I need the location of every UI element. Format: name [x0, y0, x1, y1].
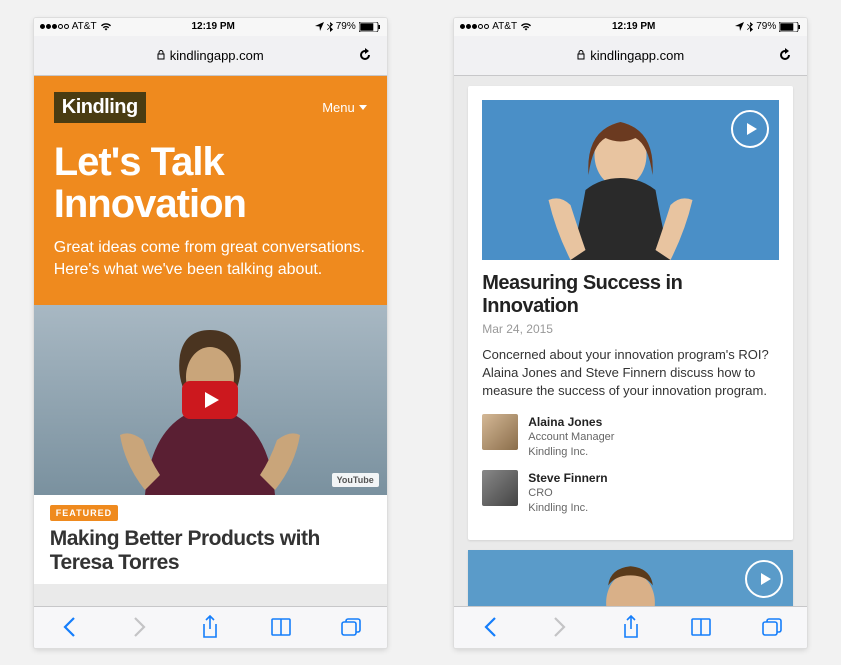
article-video-thumb[interactable] — [482, 100, 779, 260]
battery-pct: 79% — [336, 21, 356, 32]
reload-button[interactable] — [357, 46, 373, 64]
url-text: kindlingapp.com — [170, 48, 264, 63]
avatar — [482, 414, 518, 450]
address-bar[interactable]: kindlingapp.com — [577, 48, 684, 63]
status-bar: AT&T 12:19 PM 79% — [454, 18, 807, 36]
tabs-button[interactable] — [759, 614, 785, 640]
featured-video-thumb[interactable]: YouTube — [34, 305, 387, 495]
safari-toolbar — [454, 606, 807, 648]
featured-badge: FEATURED — [50, 505, 118, 521]
youtube-watermark: YouTube — [332, 473, 379, 487]
author-name: Alaina Jones — [528, 414, 614, 430]
carrier-label: AT&T — [72, 21, 97, 32]
hero-title: Let's Talk Innovation — [54, 141, 367, 225]
article-video-thumb[interactable] — [468, 550, 793, 606]
tabs-button[interactable] — [338, 614, 364, 640]
play-icon[interactable] — [745, 560, 783, 598]
forward-button — [127, 614, 153, 640]
battery-icon — [359, 22, 381, 32]
wifi-icon — [520, 22, 532, 31]
battery-icon — [779, 22, 801, 32]
share-button[interactable] — [197, 614, 223, 640]
article-card: Measuring Success in Innovation Mar 24, … — [468, 86, 793, 540]
location-icon — [735, 22, 744, 31]
reload-button[interactable] — [777, 46, 793, 64]
play-icon[interactable] — [731, 110, 769, 148]
hero-section: Kindling Menu Let's Talk Innovation Grea… — [34, 76, 387, 306]
battery-pct: 79% — [756, 21, 776, 32]
brand-logo[interactable]: Kindling — [54, 92, 146, 123]
lock-icon — [157, 50, 165, 60]
phone-left: AT&T 12:19 PM 79% kindlingapp.com Kindli… — [34, 18, 387, 648]
author-org: Kindling Inc. — [528, 501, 607, 516]
signal-dots-icon — [40, 24, 69, 29]
location-icon — [315, 22, 324, 31]
page-content[interactable]: Measuring Success in Innovation Mar 24, … — [454, 76, 807, 606]
author-role: CRO — [528, 486, 607, 501]
youtube-play-icon[interactable] — [182, 381, 238, 419]
page-content[interactable]: Kindling Menu Let's Talk Innovation Grea… — [34, 76, 387, 606]
back-button[interactable] — [477, 614, 503, 640]
bookmarks-button[interactable] — [268, 614, 294, 640]
article-card-peek[interactable] — [468, 550, 793, 606]
bluetooth-icon — [327, 22, 333, 32]
wifi-icon — [100, 22, 112, 31]
article-title[interactable]: Measuring Success in Innovation — [482, 272, 779, 318]
author-role: Account Manager — [528, 430, 614, 445]
author-row: Steve Finnern CRO Kindling Inc. — [482, 470, 779, 516]
menu-label: Menu — [322, 100, 355, 115]
menu-button[interactable]: Menu — [322, 100, 367, 115]
bluetooth-icon — [747, 22, 753, 32]
author-name: Steve Finnern — [528, 470, 607, 486]
bookmarks-button[interactable] — [688, 614, 714, 640]
article-date: Mar 24, 2015 — [482, 322, 779, 336]
post-title[interactable]: Making Better Products with Teresa Torre… — [34, 527, 387, 583]
share-button[interactable] — [618, 614, 644, 640]
status-bar: AT&T 12:19 PM 79% — [34, 18, 387, 36]
avatar — [482, 470, 518, 506]
status-time: 12:19 PM — [112, 21, 315, 32]
hero-subtitle: Great ideas come from great conversation… — [54, 237, 367, 282]
phone-right: AT&T 12:19 PM 79% kindlingapp.com — [454, 18, 807, 648]
author-org: Kindling Inc. — [528, 445, 614, 460]
carrier-label: AT&T — [492, 21, 517, 32]
lock-icon — [577, 50, 585, 60]
author-row: Alaina Jones Account Manager Kindling In… — [482, 414, 779, 460]
status-time: 12:19 PM — [532, 21, 735, 32]
signal-dots-icon — [460, 24, 489, 29]
back-button[interactable] — [56, 614, 82, 640]
chevron-down-icon — [359, 105, 367, 110]
article-description: Concerned about your innovation program'… — [482, 346, 779, 401]
safari-toolbar — [34, 606, 387, 648]
url-text: kindlingapp.com — [590, 48, 684, 63]
forward-button — [547, 614, 573, 640]
browser-nav-bar: kindlingapp.com — [34, 36, 387, 76]
address-bar[interactable]: kindlingapp.com — [157, 48, 264, 63]
browser-nav-bar: kindlingapp.com — [454, 36, 807, 76]
